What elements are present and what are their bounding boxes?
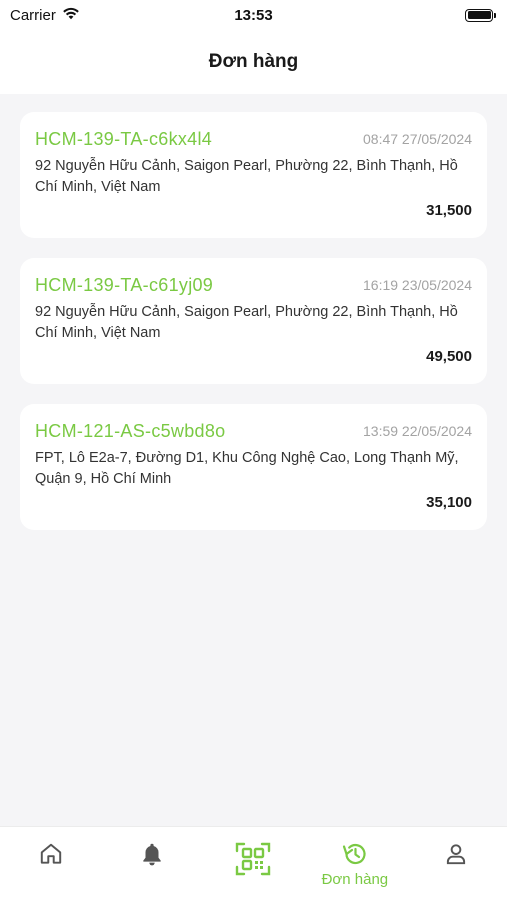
order-card-header: HCM-139-TA-c61yj09 16:19 23/05/2024 (35, 272, 472, 298)
tab-orders[interactable]: Đơn hàng (310, 841, 400, 888)
order-card[interactable]: HCM-139-TA-c61yj09 16:19 23/05/2024 92 N… (20, 258, 487, 384)
order-card-header: HCM-139-TA-c6kx4l4 08:47 27/05/2024 (35, 126, 472, 152)
battery-level (467, 11, 491, 19)
tab-orders-label: Đơn hàng (321, 871, 389, 888)
status-left: Carrier (10, 6, 80, 24)
tab-profile[interactable] (411, 841, 501, 867)
order-code: HCM-139-TA-c61yj09 (35, 274, 214, 295)
order-address: FPT, Lô E2a-7, Đường D1, Khu Công Nghệ C… (35, 450, 459, 487)
order-list: HCM-139-TA-c6kx4l4 08:47 27/05/2024 92 N… (0, 94, 507, 826)
order-code: HCM-121-AS-c5wbd8o (35, 420, 226, 441)
home-icon (38, 841, 64, 867)
page-title: Đơn hàng (208, 51, 299, 72)
order-time: 08:47 27/05/2024 (363, 131, 472, 147)
order-card[interactable]: HCM-139-TA-c6kx4l4 08:47 27/05/2024 92 N… (20, 112, 487, 238)
order-time: 16:19 23/05/2024 (363, 277, 472, 293)
bell-icon (139, 841, 165, 867)
status-bar: Carrier 13:53 (0, 0, 507, 30)
order-card[interactable]: HCM-121-AS-c5wbd8o 13:59 22/05/2024 FPT,… (20, 404, 487, 530)
order-code: HCM-139-TA-c6kx4l4 (35, 128, 213, 149)
app-screen: Carrier 13:53 Đơn hàng HCM-139-TA-c6kx4l… (0, 0, 507, 900)
tab-home[interactable] (6, 841, 96, 867)
user-icon (443, 841, 469, 867)
qr-scan-icon (235, 841, 271, 877)
wifi-icon (62, 6, 80, 24)
battery-icon (465, 8, 496, 22)
order-time: 13:59 22/05/2024 (363, 423, 472, 439)
order-amount: 31,500 (426, 202, 472, 219)
bottom-tab-bar: Đơn hàng (0, 826, 507, 900)
page-header: Đơn hàng (0, 30, 507, 94)
history-icon (341, 841, 369, 867)
tab-notifications[interactable] (107, 841, 197, 867)
order-address: 92 Nguyễn Hữu Cảnh, Saigon Pearl, Phường… (35, 158, 458, 195)
order-amount: 49,500 (426, 348, 472, 365)
order-card-header: HCM-121-AS-c5wbd8o 13:59 22/05/2024 (35, 418, 472, 444)
carrier-label: Carrier (10, 6, 56, 24)
order-address: 92 Nguyễn Hữu Cảnh, Saigon Pearl, Phường… (35, 304, 458, 341)
order-amount: 35,100 (426, 494, 472, 511)
tab-qr-scan[interactable] (208, 841, 298, 877)
